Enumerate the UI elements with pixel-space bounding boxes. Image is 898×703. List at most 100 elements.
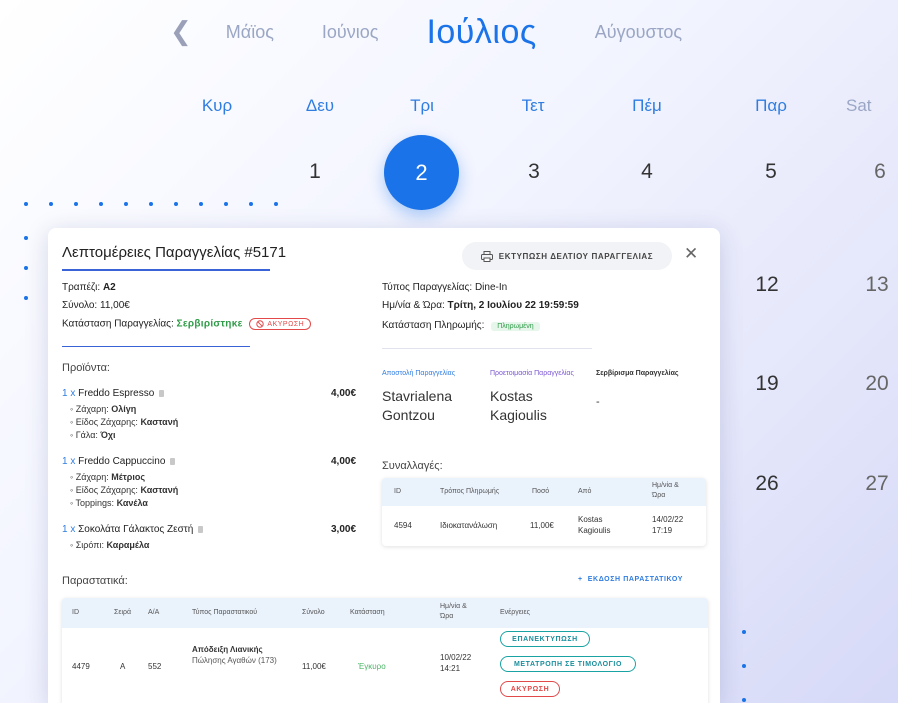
column-header: Σύνολο: [302, 609, 325, 616]
month-august[interactable]: Αύγουστος: [595, 22, 682, 43]
column-header: Τρόπος Πληρωμής: [440, 488, 500, 495]
month-june[interactable]: Ιούνιος: [322, 22, 379, 43]
day-cell[interactable]: 19: [737, 372, 797, 396]
table-cell: 11,00€: [530, 521, 554, 530]
product-option: ◦ Ζάχαρη: Μέτριος: [70, 472, 146, 482]
table-cell: 10/02/22 14:21: [440, 653, 472, 673]
product-item: 1 x Freddo Espresso: [62, 388, 165, 399]
column-header: Ημ/νία & Ώρα: [652, 482, 679, 499]
weekday-mon: Δευ: [305, 96, 335, 115]
product-item: 1 x Freddo Cappuccino: [62, 456, 176, 467]
cancel-order-button[interactable]: ΑΚΥΡΩΣΗ: [249, 318, 312, 330]
decorative-dot: [742, 664, 746, 668]
weekday-thu: Πέμ: [632, 96, 662, 115]
day-cell[interactable]: 3: [504, 160, 564, 184]
total-info: Σύνολο: 11,00€: [62, 300, 130, 311]
column-header: Σειρά: [114, 609, 132, 616]
month-july-current[interactable]: Ιούλιος: [426, 13, 536, 52]
weekday-sun: Κυρ: [201, 96, 233, 115]
trash-icon[interactable]: [198, 525, 204, 533]
weekday-sat: Sat: [846, 96, 872, 115]
chevron-left-icon[interactable]: ❮: [170, 17, 192, 47]
table-cell: 4594: [394, 521, 412, 530]
column-header: ID: [72, 609, 79, 616]
product-option: ◦ Ζάχαρη: Ολίγη: [70, 404, 137, 414]
day-cell[interactable]: 27: [847, 472, 898, 496]
product-item: 1 x Σοκολάτα Γάλακτος Ζεστή: [62, 524, 204, 535]
day-cell[interactable]: 5: [741, 160, 801, 184]
table-cell: 4479: [72, 662, 90, 671]
decorative-dot: [24, 296, 28, 300]
reprint-button[interactable]: ΕΠΑΝΕΚΤΥΠΩΣΗ: [500, 631, 590, 647]
day-cell[interactable]: 26: [737, 472, 797, 496]
product-option: ◦ Σιρόπι: Καραμέλα: [70, 540, 150, 550]
print-order-label: ΕΚΤΥΠΩΣΗ ΔΕΛΤΙΟΥ ΠΑΡΑΓΓΕΛΙΑΣ: [498, 251, 654, 261]
product-price: 3,00€: [331, 524, 357, 535]
day-cell[interactable]: 13: [847, 273, 898, 297]
table-cell: Ιδιοκατανάλωση: [440, 521, 498, 530]
decorative-dot: [24, 236, 28, 240]
weekday-wed: Τετ: [521, 96, 545, 115]
issue-document-button[interactable]: + ΕΚΔΟΣΗ ΠΑΡΑΣΤΑΤΙΚΟΥ: [578, 576, 683, 583]
day-cell[interactable]: 12: [737, 273, 797, 297]
month-may[interactable]: Μάϊος: [226, 22, 274, 43]
column-header: Ποσό: [532, 488, 550, 495]
order-details-modal: Λεπτομέρειες Παραγγελίας #5171 ΕΚΤΥΠΩΣΗ …: [48, 228, 720, 703]
column-header: Α/Α: [148, 609, 160, 616]
table-cell: Απόδειξη Λιανικής Πώλησης Αγαθών (173): [192, 645, 277, 665]
section-divider: [382, 348, 592, 349]
products-heading: Προϊόντα:: [62, 362, 110, 374]
product-option: ◦ Είδος Ζάχαρης: Καστανή: [70, 417, 179, 427]
decorative-dots: [24, 202, 278, 206]
convert-to-invoice-button[interactable]: ΜΕΤΑΤΡΟΠΗ ΣΕ ΤΙΜΟΛΟΓΙΟ: [500, 656, 636, 672]
column-header: Ενέργειες: [500, 609, 530, 616]
payment-status-info: Κατάσταση Πληρωμής: Πληρωμένη: [382, 320, 540, 331]
column-header: Τύπος Παραστατικού: [192, 609, 258, 616]
table-cell: A: [120, 662, 126, 671]
decorative-dot: [742, 698, 746, 702]
table-cell: Kostas Kagioulis: [578, 515, 611, 535]
product-option: ◦ Γάλα: Όχι: [70, 430, 116, 440]
section-divider: [62, 346, 250, 347]
product-option: ◦ Toppings: Κανέλα: [70, 498, 148, 508]
column-header: Ημ/νία & Ώρα: [440, 603, 467, 620]
close-icon[interactable]: ✕: [684, 244, 698, 264]
printer-icon: [480, 250, 493, 262]
status-badge: Έγκυρο: [358, 662, 386, 671]
modal-title: Λεπτομέρειες Παραγγελίας #5171: [62, 244, 287, 261]
order-status-value: Σερβιρίστηκε: [176, 318, 243, 330]
column-header: ID: [394, 488, 401, 495]
order-type-info: Τύπος Παραγγελίας: Dine-In: [382, 282, 508, 293]
order-staff-panel: Αποστολή Παραγγελίας Stavrialena Gontzou…: [382, 358, 702, 466]
table-cell: 11,00€: [302, 662, 326, 671]
day-cell-selected[interactable]: 2: [384, 135, 459, 210]
product-option: ◦ Είδος Ζάχαρης: Καστανή: [70, 485, 179, 495]
weekday-fri: Παρ: [755, 96, 787, 115]
day-cell[interactable]: 1: [285, 160, 345, 184]
column-header: Από: [578, 488, 592, 495]
order-status-info: Κατάσταση Παραγγελίας: Σερβιρίστηκε ΑΚΥΡ…: [62, 318, 312, 330]
title-underline: [62, 269, 270, 271]
day-cell[interactable]: 20: [847, 372, 898, 396]
trash-icon[interactable]: [159, 389, 165, 397]
table-cell: 14/02/22 17:19: [652, 515, 684, 535]
staff-dispatch: Αποστολή Παραγγελίας Stavrialena Gontzou: [382, 370, 456, 423]
column-header: Κατάσταση: [350, 609, 385, 616]
staff-serving: Σερβίρισμα Παραγγελίας -: [596, 370, 679, 408]
staff-preparation: Προετοιμασία Παραγγελίας Kostas Kagiouli…: [490, 370, 574, 423]
cancel-icon: [256, 320, 265, 328]
decorative-dot: [24, 266, 28, 270]
trash-icon[interactable]: [170, 457, 176, 465]
table-info: Τραπέζι: A2: [62, 282, 116, 293]
print-order-button[interactable]: ΕΚΤΥΠΩΣΗ ΔΕΛΤΙΟΥ ΠΑΡΑΓΓΕΛΙΑΣ: [462, 242, 672, 270]
month-navigation: ❮ Μάϊος Ιούνιος Ιούλιος Αύγουστος: [170, 10, 730, 54]
cancel-document-button[interactable]: ΑΚΥΡΩΣΗ: [500, 681, 560, 697]
weekday-tue: Τρι: [410, 96, 434, 115]
transactions-heading: Συναλλαγές:: [382, 460, 443, 472]
day-cell[interactable]: 4: [617, 160, 677, 184]
documents-table: ID Σειρά Α/Α Τύπος Παραστατικού Σύνολο Κ…: [62, 598, 708, 703]
product-price: 4,00€: [331, 456, 357, 467]
transactions-table: ID Τρόπος Πληρωμής Ποσό Από Ημ/νία & Ώρα…: [382, 478, 706, 546]
datetime-info: Ημ/νία & Ώρα: Τρίτη, 2 Ιουλίου 22 19:59:…: [382, 300, 579, 311]
day-cell[interactable]: 6: [850, 160, 898, 184]
